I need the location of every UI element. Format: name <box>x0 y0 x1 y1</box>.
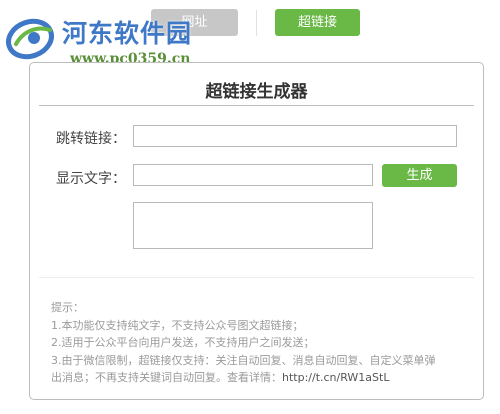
display-text-label: 显示文字： <box>56 171 126 187</box>
tips-heading: 提示： <box>51 301 84 314</box>
output-textarea[interactable] <box>133 202 373 249</box>
tips-section: 提示： 1.本功能仅支持纯文字，不支持公众号图文超链接； 2.适用于公众平台向用… <box>51 299 471 387</box>
tab-link-label: 网址 <box>181 15 208 30</box>
tab-divider <box>256 10 257 36</box>
jump-link-label: 跳转链接： <box>56 131 126 147</box>
display-text-input[interactable] <box>133 164 373 186</box>
tips-line-4: 出消息；不再支持关键词自动回复。查看详情：http://t.cn/RW1aStL <box>51 369 471 387</box>
generator-panel: 超链接生成器 跳转链接： 显示文字： 生成 提示： 1.本功能仅支持纯文字，不支… <box>29 62 484 400</box>
watermark-swirl-icon <box>6 18 54 60</box>
tips-divider <box>39 277 474 278</box>
tab-link[interactable]: 网址 <box>151 9 238 36</box>
tab-hyperlink[interactable]: 超链接 <box>275 9 360 36</box>
tips-line-3: 3.由于微信限制，超链接仅支持：关注自动回复、消息自动回复、自定义菜单弹 <box>51 353 436 367</box>
tips-line-4-text: 出消息；不再支持关键词自动回复。查看详情： <box>51 371 282 384</box>
tab-hyperlink-label: 超链接 <box>297 15 337 30</box>
details-link[interactable]: http://t.cn/RW1aStL <box>282 371 389 384</box>
panel-title: 超链接生成器 <box>205 82 308 102</box>
title-divider <box>39 105 474 106</box>
jump-link-input[interactable] <box>133 125 457 147</box>
tips-line-1: 1.本功能仅支持纯文字，不支持公众号图文超链接； <box>51 318 304 332</box>
generate-button[interactable]: 生成 <box>382 164 457 187</box>
tips-line-2: 2.适用于公众平台向用户发送，不支持用户之间发送； <box>51 336 315 349</box>
